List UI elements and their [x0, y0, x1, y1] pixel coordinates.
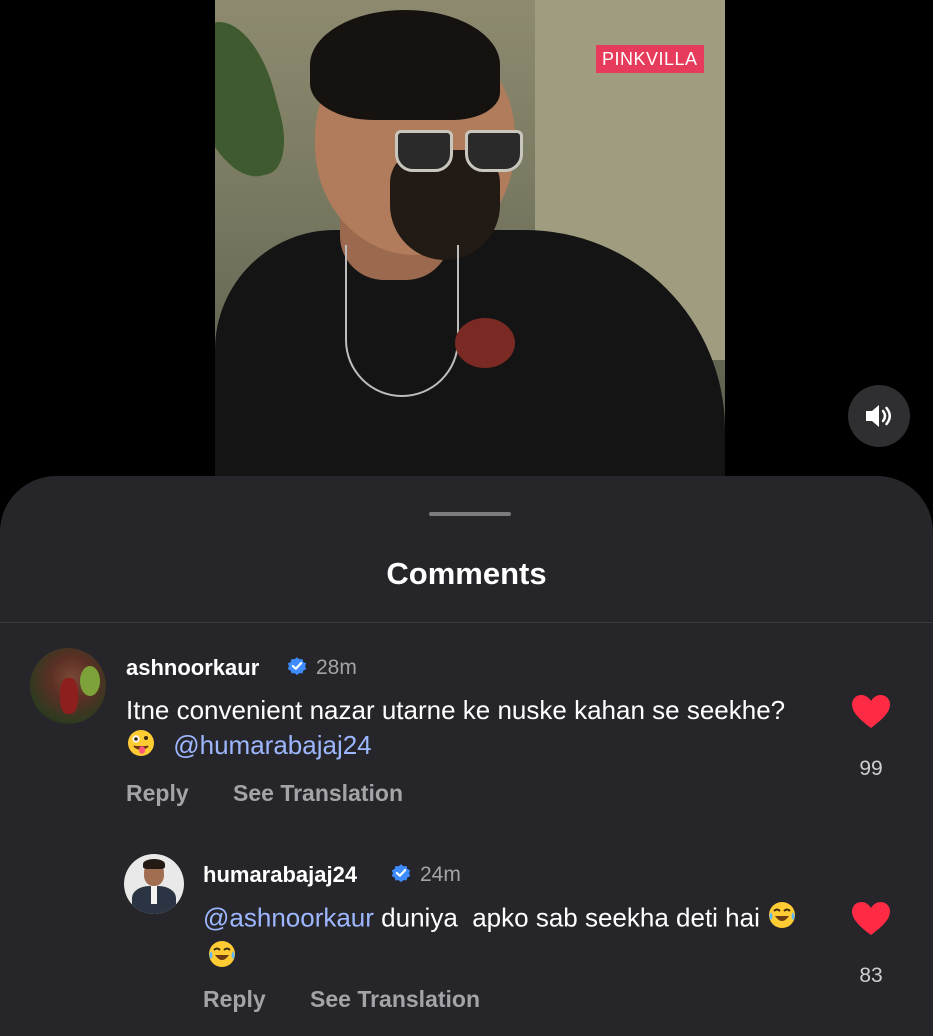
- comment-text: @ashnoorkaur duniya apko sab seekha deti…: [203, 900, 813, 978]
- tshirt-print: [455, 318, 515, 368]
- sunglasses: [395, 130, 525, 172]
- reply-button[interactable]: Reply: [203, 986, 266, 1013]
- sheet-title: Comments: [386, 556, 547, 591]
- comment-body: duniya apko sab seekha deti hai: [373, 902, 768, 933]
- verified-badge-icon: [391, 864, 411, 883]
- comment-body: Itne convenient nazar utarne ke nuske ka…: [126, 695, 786, 725]
- zany-face-emoji: [126, 728, 156, 767]
- divider: [0, 622, 933, 623]
- avatar[interactable]: [30, 648, 106, 724]
- like-count: 83: [859, 964, 883, 987]
- see-translation-button[interactable]: See Translation: [310, 986, 480, 1013]
- see-translation-button[interactable]: See Translation: [233, 780, 403, 807]
- heart-like-icon[interactable]: [851, 901, 891, 937]
- volume-button[interactable]: [848, 385, 910, 447]
- drag-handle[interactable]: [429, 512, 511, 516]
- comments-sheet: Comments ashnoorkaur 28m Itne convenient…: [0, 476, 933, 1036]
- comment-username[interactable]: ashnoorkaur: [126, 655, 259, 681]
- video-player[interactable]: PINKVILLA: [215, 0, 725, 478]
- comment-text: Itne convenient nazar utarne ke nuske ka…: [126, 693, 786, 767]
- comment-username[interactable]: humarabajaj24: [203, 862, 357, 888]
- plant-leaf: [215, 12, 295, 188]
- user-mention-link[interactable]: @humarabajaj24: [173, 730, 371, 760]
- like-count: 99: [859, 757, 883, 780]
- laughing-tears-emoji: [207, 939, 237, 978]
- avatar[interactable]: [124, 854, 184, 914]
- user-mention-link[interactable]: @ashnoorkaur: [203, 902, 374, 932]
- watermark-badge: PINKVILLA: [596, 45, 704, 73]
- comment-time: 28m: [316, 656, 357, 679]
- person-hair: [310, 10, 500, 120]
- speaker-volume-icon: [866, 405, 891, 427]
- necklace: [345, 245, 459, 397]
- reply-button[interactable]: Reply: [126, 780, 189, 807]
- laughing-tears-emoji: [767, 900, 797, 939]
- verified-badge-icon: [287, 657, 307, 676]
- heart-like-icon[interactable]: [851, 694, 891, 730]
- comment-time: 24m: [420, 863, 461, 886]
